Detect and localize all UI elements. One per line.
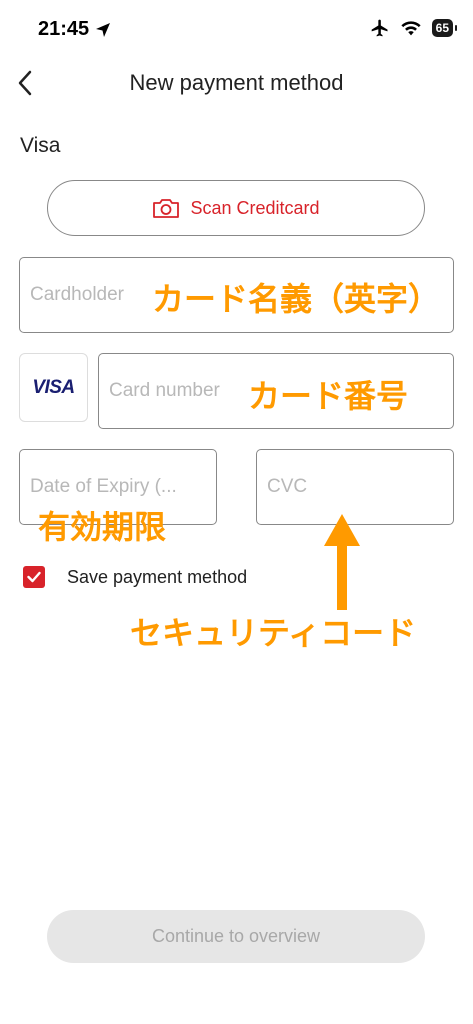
checkmark-icon xyxy=(27,571,41,583)
annotation-cvc: セキュリティコード xyxy=(130,615,417,651)
status-time-text: 21:45 xyxy=(38,18,90,40)
annotation-cardholder: カード名義（英字） xyxy=(152,281,441,317)
visa-logo: VISA xyxy=(32,376,75,398)
expiry-placeholder: Date of Expiry (... xyxy=(30,476,177,497)
wifi-icon xyxy=(401,21,421,36)
card-type-logo: VISA xyxy=(19,353,88,422)
save-payment-label: Save payment method xyxy=(67,566,248,587)
scan-creditcard-button[interactable]: Scan Creditcard xyxy=(47,180,425,236)
card-brand-label: Visa xyxy=(20,134,61,157)
card-number-placeholder: Card number xyxy=(109,380,220,401)
location-arrow-icon xyxy=(96,22,111,37)
status-icons: 65 xyxy=(370,18,458,38)
continue-to-overview-button[interactable]: Continue to overview xyxy=(47,910,425,963)
scan-button-label: Scan Creditcard xyxy=(190,197,320,218)
annotation-card-number: カード番号 xyxy=(248,378,409,414)
up-arrow-icon xyxy=(324,514,360,610)
status-time: 21:45 xyxy=(38,18,111,41)
cvc-placeholder: CVC xyxy=(267,476,308,497)
continue-button-label: Continue to overview xyxy=(151,926,321,946)
airplane-icon xyxy=(371,19,388,37)
save-payment-checkbox[interactable] xyxy=(23,566,45,588)
save-payment-method-row[interactable]: Save payment method xyxy=(23,566,247,588)
camera-icon xyxy=(153,199,180,218)
annotation-expiry: 有効期限 xyxy=(38,509,167,545)
cardholder-placeholder: Cardholder xyxy=(30,284,124,305)
page-title: New payment method xyxy=(129,70,344,95)
battery-icon: 65 xyxy=(431,19,458,37)
